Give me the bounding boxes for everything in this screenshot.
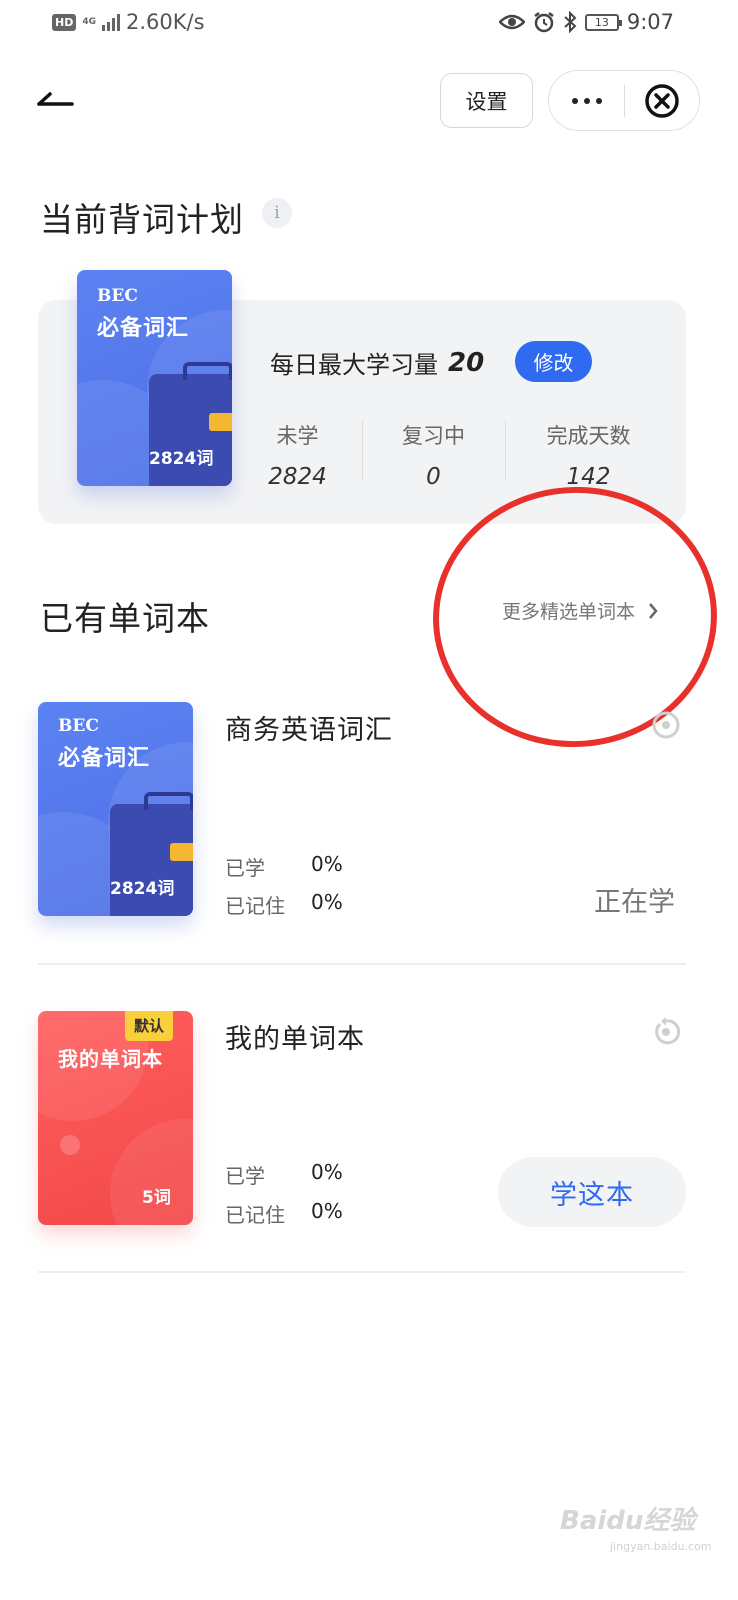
book-word-count: 5词 [142,1188,171,1208]
progress-label: 已记住 [225,894,285,918]
radio-selected-icon[interactable] [651,710,681,740]
progress-learned: 已学 0% [225,852,343,881]
mini-program-capsule [548,70,700,131]
list-divider [38,963,686,965]
progress-memorized: 已记住 0% [225,1199,343,1228]
edit-button[interactable]: 修改 [515,341,592,382]
close-icon[interactable] [625,71,699,130]
stat-divider [505,420,506,480]
status-bar-left: HD 4G 2.60K/s [52,10,205,34]
book-title[interactable]: 我的单词本 [225,1017,365,1056]
back-arrow-icon[interactable] [36,86,76,116]
book-brand: BEC [58,716,99,736]
watermark: Baidu经验 [560,1506,696,1536]
network-type: 4G [82,16,96,27]
info-icon[interactable]: i [262,198,292,228]
plan-section-title: 当前背词计划 [40,200,244,239]
battery-icon: 13 [584,13,622,31]
reset-icon[interactable] [651,1017,681,1047]
book-name: 必备词汇 [58,745,151,771]
daily-limit: 每日最大学习量 20 [270,345,484,380]
watermark-url: jingyan.baidu.com [610,1540,712,1553]
stat-value: 142 [566,464,611,490]
plan-book-cover[interactable]: BEC 必备词汇 2824词 [77,270,232,486]
progress-memorized: 已记住 0% [225,890,343,919]
stat-label: 完成天数 [546,424,631,448]
alarm-icon [534,12,554,33]
eye-icon [498,14,525,30]
learning-status: 正在学 [594,887,675,918]
settings-button[interactable]: 设置 [440,73,533,128]
book-word-count: 2824词 [149,449,214,469]
stat-label: 复习中 [402,424,465,448]
more-icon[interactable] [549,71,624,130]
progress-value: 0% [311,852,343,876]
status-bar: HD 4G 2.60K/s 13 9:07 [0,0,738,50]
book-title[interactable]: 商务英语词汇 [225,708,393,747]
book-cover-mine[interactable]: 默认 我的单词本 5词 [38,1011,193,1225]
book-cover-business[interactable]: BEC 必备词汇 2824词 [38,702,193,916]
daily-limit-label: 每日最大学习量 [270,351,438,379]
stat-value: 2824 [268,464,327,490]
stat-unlearned: 未学 2824 [226,420,369,490]
stat-reviewing: 复习中 0 [362,420,505,490]
learn-this-button[interactable]: 学这本 [498,1157,686,1227]
progress-value: 0% [311,1199,343,1223]
progress-value: 0% [311,1160,343,1184]
list-divider [38,1271,686,1273]
progress-label: 已学 [225,856,265,880]
network-speed: 2.60K/s [126,10,205,34]
signal-icon [102,13,120,31]
book-name: 我的单词本 [58,1047,163,1071]
progress-label: 已记住 [225,1203,285,1227]
hd-badge: HD [52,13,77,31]
book-word-count: 2824词 [110,879,175,899]
bluetooth-icon [564,11,577,33]
books-section-title: 已有单词本 [40,599,210,638]
default-tag: 默认 [125,1011,173,1041]
progress-learned: 已学 0% [225,1160,343,1189]
progress-label: 已学 [225,1164,265,1188]
book-name: 必备词汇 [97,315,190,341]
daily-limit-value: 20 [448,347,485,378]
stat-label: 未学 [276,424,319,448]
stat-days-completed: 完成天数 142 [517,420,660,490]
progress-value: 0% [311,890,343,914]
stat-value: 0 [426,464,441,490]
clock: 9:07 [626,10,674,34]
book-brand: BEC [97,286,138,306]
status-bar-right: 13 9:07 [498,10,674,34]
